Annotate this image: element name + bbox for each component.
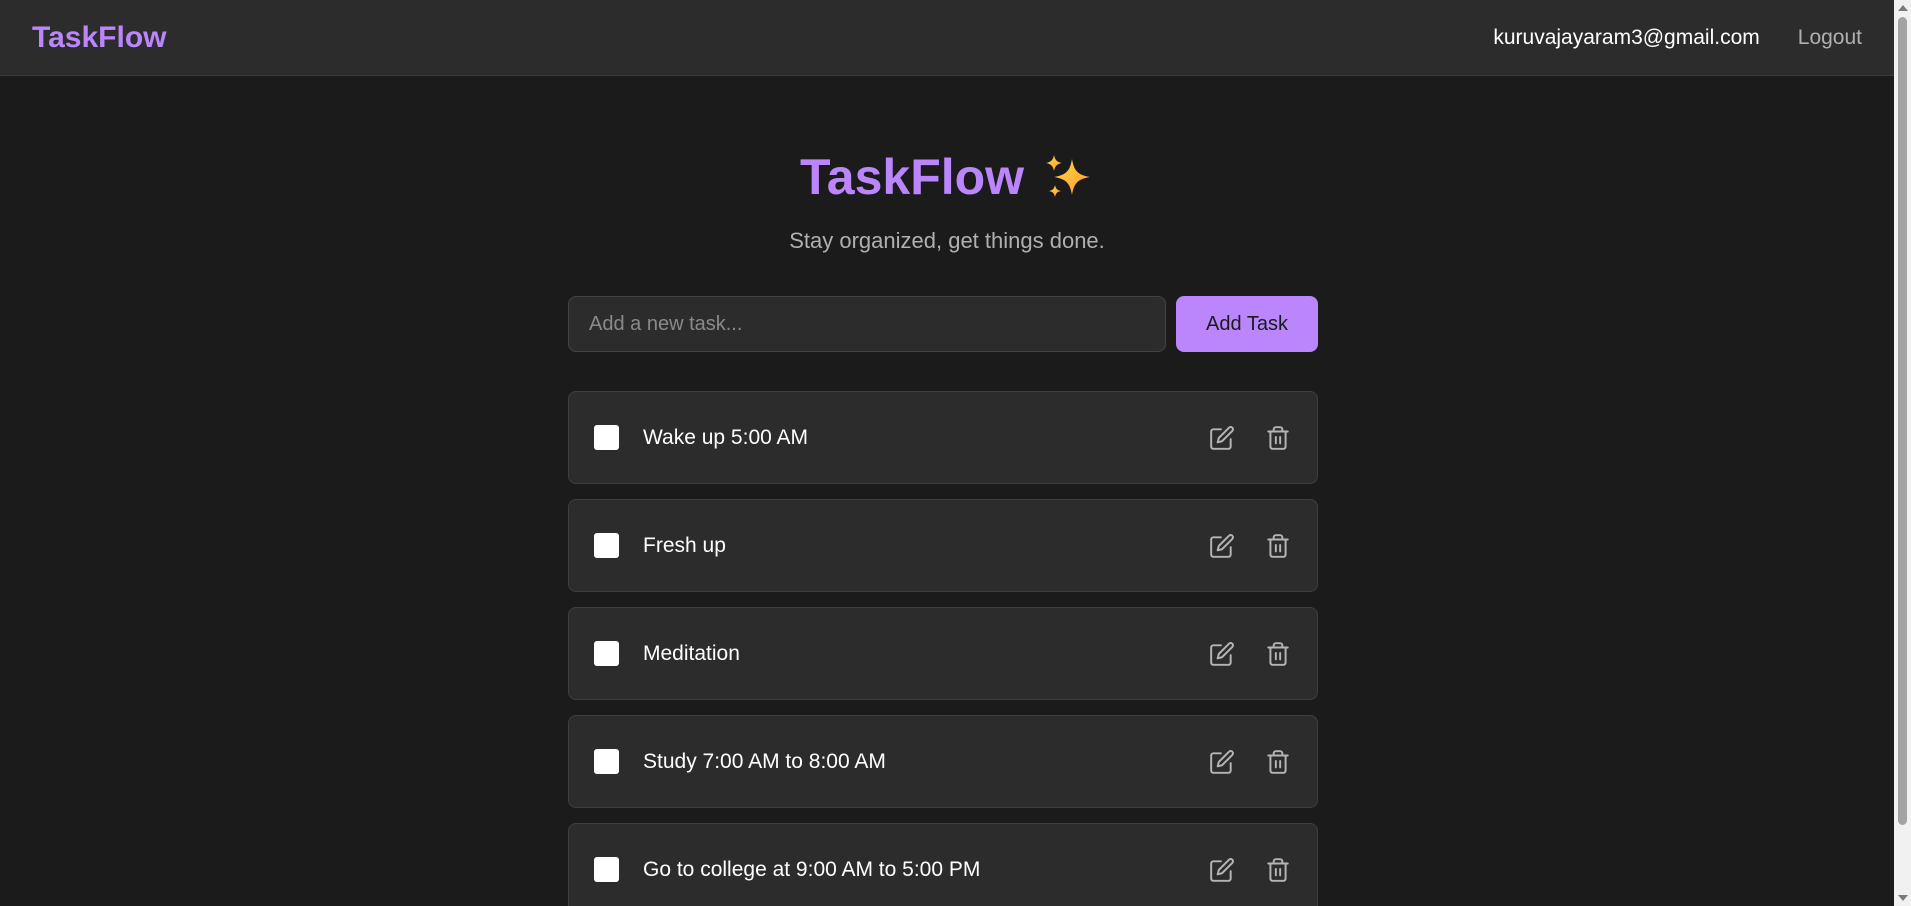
trash-icon [1267, 641, 1289, 666]
edit-task-button[interactable] [1208, 424, 1236, 452]
task-actions [1208, 424, 1292, 452]
add-task-form: Add Task [568, 296, 1318, 352]
task-text: Go to college at 9:00 AM to 5:00 PM [643, 857, 981, 881]
task-list: Wake up 5:00 AM Fresh up Meditation Stud… [568, 391, 1318, 906]
edit-task-button[interactable] [1208, 532, 1236, 560]
page-title: TaskFlow [0, 148, 1894, 207]
task-item: Study 7:00 AM to 8:00 AM [568, 715, 1318, 808]
delete-task-button[interactable] [1264, 532, 1292, 560]
scroll-up-arrow-icon[interactable] [1898, 5, 1908, 11]
main-content: TaskFlow Stay organized, get things done… [0, 76, 1894, 906]
task-item: Go to college at 9:00 AM to 5:00 PM [568, 823, 1318, 906]
task-actions [1208, 532, 1292, 560]
task-checkbox[interactable] [594, 641, 619, 666]
task-item: Fresh up [568, 499, 1318, 592]
delete-task-button[interactable] [1264, 748, 1292, 776]
page-title-text: TaskFlow [799, 149, 1025, 205]
edit-icon [1210, 425, 1234, 450]
vertical-scrollbar[interactable] [1894, 0, 1911, 906]
edit-icon [1210, 857, 1234, 882]
task-checkbox[interactable] [594, 425, 619, 450]
page-subtitle: Stay organized, get things done. [789, 228, 1105, 253]
edit-task-button[interactable] [1208, 640, 1236, 668]
edit-task-button[interactable] [1208, 748, 1236, 776]
task-checkbox[interactable] [594, 857, 619, 882]
add-task-button[interactable]: Add Task [1176, 296, 1318, 352]
task-text: Wake up 5:00 AM [643, 425, 808, 449]
edit-icon [1210, 641, 1234, 666]
new-task-input[interactable] [568, 296, 1166, 352]
task-item: Meditation [568, 607, 1318, 700]
scroll-down-arrow-icon[interactable] [1898, 895, 1908, 901]
task-text: Study 7:00 AM to 8:00 AM [643, 749, 886, 773]
brand-logo[interactable]: TaskFlow [32, 21, 166, 55]
task-text: Fresh up [643, 533, 726, 557]
edit-task-button[interactable] [1208, 856, 1236, 884]
user-email: kuruvajayaram3@gmail.com [1493, 25, 1760, 49]
edit-icon [1210, 749, 1234, 774]
top-navbar: TaskFlow kuruvajayaram3@gmail.com Logout [0, 0, 1894, 76]
trash-icon [1267, 749, 1289, 774]
delete-task-button[interactable] [1264, 856, 1292, 884]
task-text: Meditation [643, 641, 740, 665]
task-checkbox[interactable] [594, 749, 619, 774]
trash-icon [1267, 533, 1289, 558]
task-actions [1208, 640, 1292, 668]
edit-icon [1210, 533, 1234, 558]
delete-task-button[interactable] [1264, 640, 1292, 668]
task-checkbox[interactable] [594, 533, 619, 558]
sparkles-icon [1042, 151, 1094, 203]
task-actions [1208, 856, 1292, 884]
nav-user-area: kuruvajayaram3@gmail.com Logout [1493, 26, 1862, 50]
task-actions [1208, 748, 1292, 776]
trash-icon [1267, 857, 1289, 882]
scroll-thumb[interactable] [1898, 17, 1907, 825]
delete-task-button[interactable] [1264, 424, 1292, 452]
task-item: Wake up 5:00 AM [568, 391, 1318, 484]
logout-button[interactable]: Logout [1798, 26, 1862, 50]
trash-icon [1267, 425, 1289, 450]
